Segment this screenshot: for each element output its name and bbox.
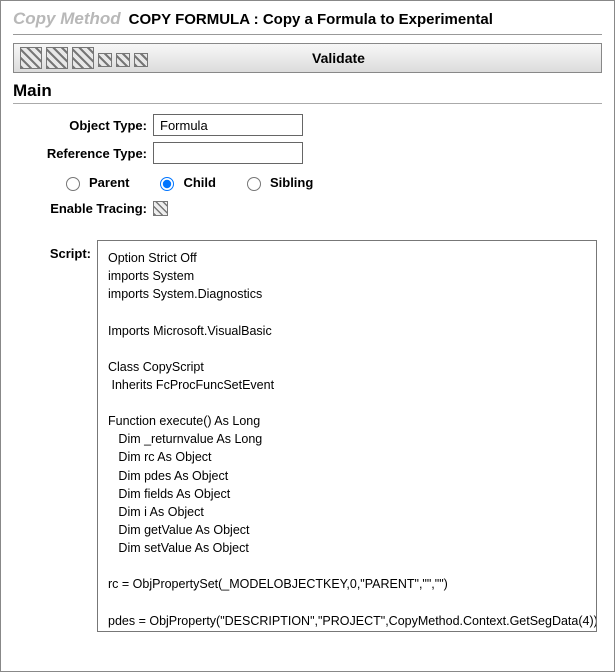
toolbar: Validate [13,43,602,73]
radio-sibling-label: Sibling [270,175,313,190]
enable-tracing-checkbox[interactable] [153,201,168,216]
header-section-label: Copy Method [13,9,121,29]
enable-tracing-row: Enable Tracing: [13,201,602,216]
toolbar-button-disabled-3 [72,47,94,69]
radio-sibling-input[interactable] [247,177,261,191]
object-type-label: Object Type: [13,118,153,133]
header: Copy Method COPY FORMULA : Copy a Formul… [13,9,602,32]
script-row: Script: Option Strict Off imports System… [13,240,602,632]
reference-type-row: Reference Type: [13,142,602,164]
radio-child-input[interactable] [160,177,174,191]
radio-child[interactable]: Child [155,174,216,191]
toolbar-button-disabled-1 [20,47,42,69]
object-type-row: Object Type: [13,114,602,136]
toolbar-button-disabled-5 [116,53,130,67]
page-title: COPY FORMULA : Copy a Formula to Experim… [129,11,493,28]
object-type-input[interactable] [153,114,303,136]
header-divider [13,34,602,35]
toolbar-button-disabled-4 [98,53,112,67]
section-main-title: Main [13,81,602,101]
validate-button[interactable]: Validate [152,50,595,66]
radio-sibling[interactable]: Sibling [242,174,313,191]
copy-method-panel: Copy Method COPY FORMULA : Copy a Formul… [0,0,615,672]
section-divider [13,103,602,104]
script-label: Script: [13,240,97,261]
radio-parent-label: Parent [89,175,129,190]
enable-tracing-label: Enable Tracing: [37,201,153,216]
reference-type-input[interactable] [153,142,303,164]
toolbar-button-disabled-2 [46,47,68,69]
relation-radio-group: Parent Child Sibling [13,174,602,191]
radio-parent-input[interactable] [66,177,80,191]
script-textarea[interactable]: Option Strict Off imports System imports… [97,240,597,632]
toolbar-button-disabled-6 [134,53,148,67]
radio-parent[interactable]: Parent [61,174,129,191]
reference-type-label: Reference Type: [13,146,153,161]
radio-child-label: Child [183,175,216,190]
